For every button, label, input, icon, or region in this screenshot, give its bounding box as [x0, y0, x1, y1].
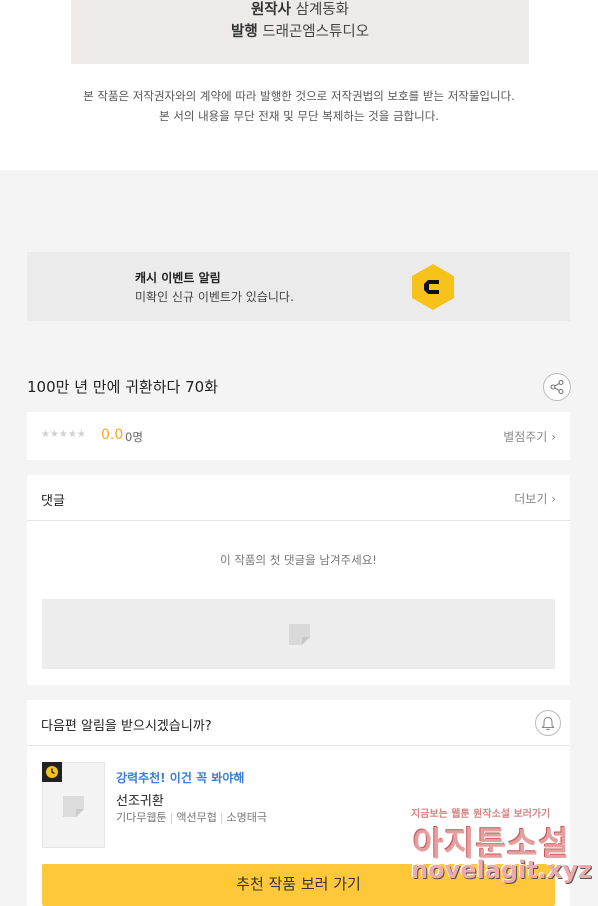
- comments-empty-message: 이 작품의 첫 댓글을 남겨주세요!: [220, 553, 377, 567]
- cash-event-subtitle: 미확인 신규 이벤트가 있습니다.: [135, 290, 294, 304]
- top-section: 원작사 삼계동화 발행 드래곤엠스튜디오 본 작품은 저작권자와의 계약에 따라…: [0, 0, 598, 170]
- recommended-title[interactable]: 선조귀환: [116, 790, 164, 809]
- rating-card: ★★★★★ 0.0 0명 별점주기 ›: [27, 412, 570, 460]
- notify-question: 다음편 알림을 받으시겠습니까?: [41, 719, 212, 734]
- recommendation-label: 강력추천! 이건 꼭 봐야해: [116, 771, 245, 785]
- site-watermark: 지금보는 웹툰 원작소설 보러가기 아지툰소설 novelagit.xyz: [405, 801, 598, 891]
- notify-header: 다음편 알림을 받으시겠습니까?: [27, 700, 570, 746]
- credit-original: 원작사 삼계동화: [250, 2, 349, 18]
- rate-button[interactable]: 별점주기 ›: [503, 428, 556, 445]
- image-placeholder-icon: [63, 796, 84, 817]
- image-placeholder-icon: [289, 624, 310, 645]
- copyright-line-2: 본 서의 내용을 무단 전재 및 무단 복제하는 것을 금합니다.: [159, 109, 439, 123]
- credit-publisher: 발행 드래곤엠스튜디오: [230, 24, 370, 40]
- notify-bell-button[interactable]: [535, 710, 561, 736]
- comments-more-link[interactable]: 더보기 ›: [514, 490, 556, 507]
- bell-icon: [541, 716, 555, 730]
- copyright-line-1: 본 작품은 저작권자와의 계약에 따라 발행한 것으로 저작권법의 보호를 받는…: [83, 89, 515, 103]
- credits-box: 원작사 삼계동화 발행 드래곤엠스튜디오: [71, 0, 529, 64]
- comments-title: 댓글: [41, 494, 65, 509]
- chevron-right-icon: ›: [551, 430, 556, 444]
- recommended-tags: 기다무웹툰 | 액션무협 | 소명태극: [116, 811, 268, 824]
- comments-header: 댓글 더보기 ›: [27, 475, 570, 521]
- comment-input-placeholder[interactable]: [42, 599, 555, 669]
- share-icon: [550, 380, 564, 394]
- episode-title: 100만 년 만에 귀환하다 70화: [27, 378, 218, 396]
- rating-count: 0명: [125, 430, 143, 444]
- cash-event-title: 캐시 이벤트 알림: [135, 271, 221, 285]
- cash-logo-icon: [412, 264, 454, 310]
- chevron-right-icon: ›: [551, 492, 556, 506]
- share-button[interactable]: [543, 373, 571, 401]
- watermark-url: novelagit.xyz: [411, 856, 593, 884]
- cash-event-banner[interactable]: 캐시 이벤트 알림 미확인 신규 이벤트가 있습니다.: [27, 252, 570, 321]
- rating-stars: ★★★★★: [41, 429, 86, 440]
- wait-free-badge: [42, 762, 62, 782]
- clock-icon: [46, 766, 58, 778]
- comments-card: 댓글 더보기 › 이 작품의 첫 댓글을 남겨주세요!: [27, 475, 570, 685]
- rating-score: 0.0: [101, 427, 124, 443]
